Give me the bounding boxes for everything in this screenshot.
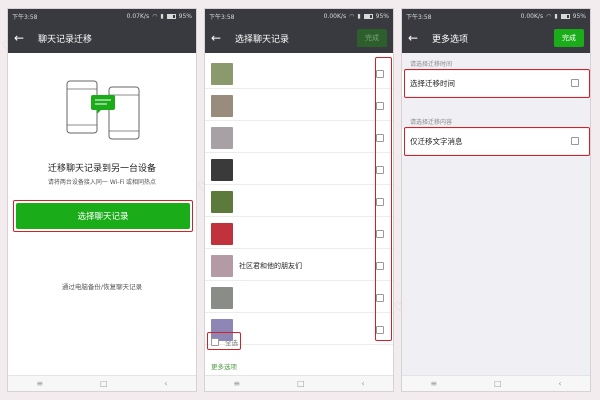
home-icon[interactable]: □ — [494, 379, 502, 388]
chat-row[interactable]: 社区君和他的朋友们 — [205, 251, 393, 281]
chat-checkbox[interactable] — [376, 326, 384, 334]
phone-screen-more-options: 下午3:58 0.00K/s ◠ ▮ 95% ← 更多选项 完成 请选择迁移时间… — [401, 8, 591, 392]
system-nav-bar: ≡ □ ‹ — [8, 375, 196, 391]
page-title: 选择聊天记录 — [235, 34, 290, 45]
chat-avatar — [211, 94, 233, 117]
done-button[interactable]: 完成 — [357, 29, 387, 47]
battery-percent: 95% — [572, 12, 586, 20]
chat-row[interactable] — [205, 59, 393, 89]
back-nav-icon[interactable]: ‹ — [558, 379, 561, 388]
wifi-icon: ◠ — [546, 12, 552, 20]
chat-avatar — [211, 222, 233, 245]
battery-percent: 95% — [375, 12, 389, 20]
menu-icon[interactable]: ≡ — [36, 379, 43, 388]
pc-backup-link[interactable]: 通过电脑备份/恢复聊天记录 — [8, 281, 196, 291]
phone-screen-migration: 下午3:58 0.07K/s ◠ ▮ 95% ← 聊天记录迁移 迁移聊天记录到另… — [7, 8, 197, 392]
network-speed: 0.00K/s — [323, 12, 347, 20]
system-nav-bar: ≡ □ ‹ — [402, 375, 590, 391]
chat-avatar — [211, 158, 233, 181]
system-nav-bar: ≡ □ ‹ — [205, 375, 393, 391]
option-label: 仅迁移文字消息 — [410, 137, 463, 146]
page-title: 聊天记录迁移 — [38, 34, 93, 45]
chat-checkbox[interactable] — [376, 198, 384, 206]
phone-screen-select-chats: 下午3:58 0.00K/s ◠ ▮ 95% ← 选择聊天记录 完成 社区君和他… — [204, 8, 394, 392]
chat-avatar — [211, 62, 233, 85]
select-all-checkbox[interactable] — [211, 338, 219, 346]
option-text-only[interactable]: 仅迁移文字消息 — [402, 129, 590, 154]
signal-icon: ▮ — [160, 12, 164, 20]
content-section-label: 请选择迁移内容 — [410, 119, 453, 126]
chat-checkbox[interactable] — [376, 262, 384, 270]
menu-icon[interactable]: ≡ — [233, 379, 240, 388]
network-speed: 0.00K/s — [520, 12, 544, 20]
select-all-control[interactable]: 全选 — [211, 337, 238, 347]
more-options-link[interactable]: 更多选项 — [211, 361, 237, 371]
back-nav-icon[interactable]: ‹ — [164, 379, 167, 388]
chat-avatar — [211, 190, 233, 213]
chat-row[interactable] — [205, 283, 393, 313]
chat-row[interactable] — [205, 187, 393, 217]
wifi-icon: ◠ — [349, 12, 355, 20]
status-bar: 下午3:58 0.00K/s ◠ ▮ 95% — [205, 9, 393, 23]
status-time: 下午3:58 — [209, 13, 235, 21]
time-section-label: 请选择迁移时间 — [410, 61, 453, 68]
signal-icon: ▮ — [554, 12, 558, 20]
chat-avatar — [211, 126, 233, 149]
select-chat-history-button[interactable]: 选择聊天记录 — [16, 203, 190, 229]
menu-icon[interactable]: ≡ — [430, 379, 437, 388]
options-area: 请选择迁移时间 选择迁移时间 请选择迁移内容 仅迁移文字消息 — [402, 53, 590, 377]
network-speed: 0.07K/s — [126, 12, 150, 20]
battery-icon — [560, 13, 570, 19]
title-bar: ← 更多选项 完成 — [402, 23, 590, 53]
chat-checkbox[interactable] — [376, 166, 384, 174]
time-checkbox[interactable] — [571, 79, 579, 87]
battery-percent: 95% — [178, 12, 192, 20]
chat-checkbox[interactable] — [376, 134, 384, 142]
content-area: 迁移聊天记录到另一台设备 请将两台设备接入同一 Wi-Fi 或相同热点 选择聊天… — [8, 53, 196, 377]
chat-avatar — [211, 286, 233, 309]
back-arrow-icon[interactable]: ← — [211, 31, 227, 45]
chat-checkbox[interactable] — [376, 230, 384, 238]
status-time: 下午3:58 — [406, 13, 432, 21]
page-title: 更多选项 — [432, 34, 469, 45]
back-arrow-icon[interactable]: ← — [14, 31, 30, 45]
option-label: 选择迁移时间 — [410, 79, 455, 88]
option-migration-time[interactable]: 选择迁移时间 — [402, 71, 590, 96]
home-icon[interactable]: □ — [100, 379, 108, 388]
home-icon[interactable]: □ — [297, 379, 305, 388]
title-bar: ← 聊天记录迁移 — [8, 23, 196, 53]
chat-row[interactable] — [205, 123, 393, 153]
status-time: 下午3:58 — [12, 13, 38, 21]
title-bar: ← 选择聊天记录 完成 — [205, 23, 393, 53]
chat-avatar — [211, 254, 233, 277]
back-arrow-icon[interactable]: ← — [408, 31, 424, 45]
chat-checkbox[interactable] — [376, 102, 384, 110]
chat-name: 社区君和他的朋友们 — [239, 261, 302, 270]
text-only-checkbox[interactable] — [571, 137, 579, 145]
status-bar: 下午3:58 0.07K/s ◠ ▮ 95% — [8, 9, 196, 23]
wifi-hint: 请将两台设备接入同一 Wi-Fi 或相同热点 — [47, 179, 157, 186]
done-button[interactable]: 完成 — [554, 29, 584, 47]
battery-icon — [363, 13, 373, 19]
chat-row[interactable] — [205, 155, 393, 185]
battery-icon — [166, 13, 176, 19]
migration-heading: 迁移聊天记录到另一台设备 — [47, 164, 156, 174]
select-all-label: 全选 — [225, 339, 238, 347]
phones-transfer-illustration — [66, 80, 140, 140]
wifi-icon: ◠ — [152, 12, 158, 20]
chat-checkbox[interactable] — [376, 294, 384, 302]
chat-checkbox[interactable] — [376, 70, 384, 78]
signal-icon: ▮ — [357, 12, 361, 20]
status-bar: 下午3:58 0.00K/s ◠ ▮ 95% — [402, 9, 590, 23]
back-nav-icon[interactable]: ‹ — [361, 379, 364, 388]
chat-row[interactable] — [205, 219, 393, 249]
chat-list: 社区君和他的朋友们全选更多选项 — [205, 53, 393, 377]
chat-row[interactable] — [205, 91, 393, 121]
